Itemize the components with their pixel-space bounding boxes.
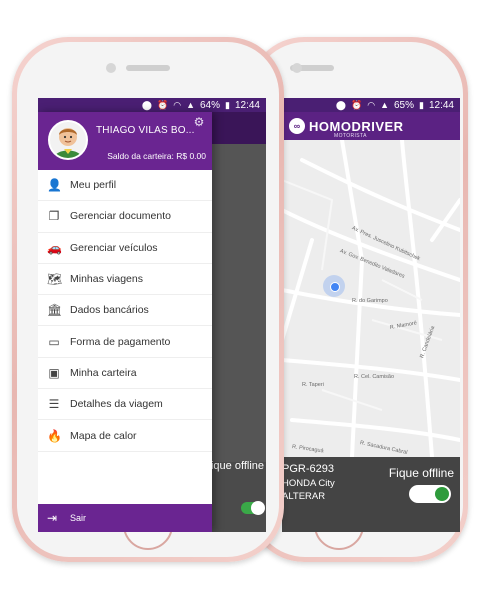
current-location-pin [323, 275, 345, 297]
map-view[interactable]: Av. Pres. Juscelino Kubitschek Av. Gov. … [282, 140, 460, 457]
alarm-icon: ⏰ [351, 99, 363, 110]
menu-item-label: Forma de pagamento [70, 335, 171, 348]
person-icon: 👤 [47, 178, 62, 193]
menu-item-label: Detalhes da viagem [70, 398, 163, 411]
avatar-illustration [54, 128, 82, 158]
menu-item-mapa-de-calor[interactable]: 🔥 Mapa de calor [38, 420, 212, 452]
battery-icon: ▮ [419, 99, 424, 110]
location-icon: ⬤ [335, 99, 346, 110]
map-icon: 🗺 [47, 272, 63, 287]
offline-toggle[interactable] [241, 501, 265, 515]
card-icon: ▭ [48, 334, 60, 349]
front-camera [106, 63, 116, 73]
brand-subtitle: MOTORISTA [334, 133, 367, 139]
brand-name: HOMODRIVER [309, 118, 404, 134]
menu-item-label: Dados bancários [70, 304, 149, 317]
location-icon: ⬤ [141, 99, 152, 110]
status-bar: ⬤ ⏰ ◠ ▲ 64% ▮ 12:44 [38, 98, 266, 112]
brand-logo-icon: ∞ [289, 118, 305, 134]
alarm-icon: ⏰ [157, 99, 169, 110]
flame-icon: 🔥 [47, 428, 62, 443]
menu-item-meu-perfil[interactable]: 👤 Meu perfil [38, 170, 212, 202]
document-icon: ❐ [48, 209, 60, 224]
right-screen: ⬤ ⏰ ◠ ▲ 65% ▮ 12:44 ∞ HOMODRIVER MOTORIS… [282, 98, 460, 532]
clock: 12:44 [428, 99, 454, 111]
car-icon: 🚗 [47, 240, 62, 255]
menu-item-label: Gerenciar veículos [70, 241, 158, 254]
wallet-balance: Saldo da carteira: R$ 0.00 [107, 151, 206, 161]
left-phone: ⬤ ⏰ ◠ ▲ 64% ▮ 12:44 Fique offline THIAGO… [12, 37, 284, 562]
logout-button[interactable]: ⇥ Sair [38, 504, 212, 532]
menu-item-minha-carteira[interactable]: ▣ Minha carteira [38, 358, 212, 390]
signal-icon: ▲ [186, 100, 195, 110]
drawer-header: THIAGO VILAS BO... Saldo da carteira: R$… [38, 112, 212, 170]
battery-icon: ▮ [225, 99, 230, 110]
menu-item-minhas-viagens[interactable]: 🗺 Minhas viagens [38, 264, 212, 296]
logout-icon: ⇥ [47, 511, 58, 525]
user-name: THIAGO VILAS BO... [96, 125, 195, 136]
clock: 12:44 [234, 99, 260, 111]
offline-toggle[interactable] [409, 485, 451, 503]
menu-item-dados-bancarios[interactable]: 🏛 Dados bancários [38, 295, 212, 327]
menu-item-detalhes-da-viagem[interactable]: ☰ Detalhes da viagem [38, 389, 212, 421]
vehicle-panel: PGR-6293 HONDA City ALTERAR Fique offlin… [282, 457, 460, 532]
menu-item-gerenciar-documento[interactable]: ❐ Gerenciar documento [38, 201, 212, 233]
offline-toggle-label: Fique offline [388, 466, 454, 480]
status-bar: ⬤ ⏰ ◠ ▲ 65% ▮ 12:44 [282, 98, 460, 112]
bank-icon: 🏛 [47, 303, 63, 318]
avatar[interactable] [48, 120, 88, 160]
navigation-drawer: THIAGO VILAS BO... Saldo da carteira: R$… [38, 112, 212, 532]
wifi-icon: ◠ [173, 99, 182, 110]
speaker-grille [126, 65, 170, 71]
street-label: R. Cel. Camisão [354, 374, 395, 380]
app-header: ∞ HOMODRIVER MOTORISTA [282, 112, 460, 140]
list-icon: ☰ [48, 397, 60, 412]
offline-toggle-label: Fique offline [204, 460, 264, 472]
left-screen: ⬤ ⏰ ◠ ▲ 64% ▮ 12:44 Fique offline THIAGO… [38, 98, 266, 532]
front-camera [292, 63, 302, 73]
menu-item-label: Minha carteira [70, 366, 137, 379]
signal-icon: ▲ [380, 100, 389, 110]
logout-label: Sair [70, 513, 87, 523]
change-vehicle-link[interactable]: ALTERAR [282, 491, 325, 502]
menu-item-label: Meu perfil [70, 179, 117, 192]
menu-item-label: Mapa de calor [70, 429, 137, 442]
wallet-icon: ▣ [48, 365, 60, 380]
street-label: R. do Garimpo [352, 298, 388, 304]
vehicle-plate: PGR-6293 [282, 463, 334, 475]
menu-item-label: Gerenciar documento [70, 210, 171, 223]
battery-percent: 64% [200, 99, 221, 111]
vehicle-model: HONDA City [282, 478, 335, 489]
menu-item-gerenciar-veiculos[interactable]: 🚗 Gerenciar veículos [38, 233, 212, 264]
menu-item-forma-de-pagamento[interactable]: ▭ Forma de pagamento [38, 326, 212, 358]
street-label: R. Taperi [302, 382, 324, 388]
battery-percent: 65% [394, 99, 415, 111]
phones-showcase: ⬤ ⏰ ◠ ▲ 65% ▮ 12:44 ∞ HOMODRIVER MOTORIS… [0, 0, 480, 600]
wifi-icon: ◠ [367, 99, 376, 110]
menu-item-label: Minhas viagens [70, 273, 143, 286]
drawer-menu: 👤 Meu perfil ❐ Gerenciar documento 🚗 Ger… [38, 170, 212, 452]
gear-icon[interactable]: ⚙ [193, 116, 205, 128]
